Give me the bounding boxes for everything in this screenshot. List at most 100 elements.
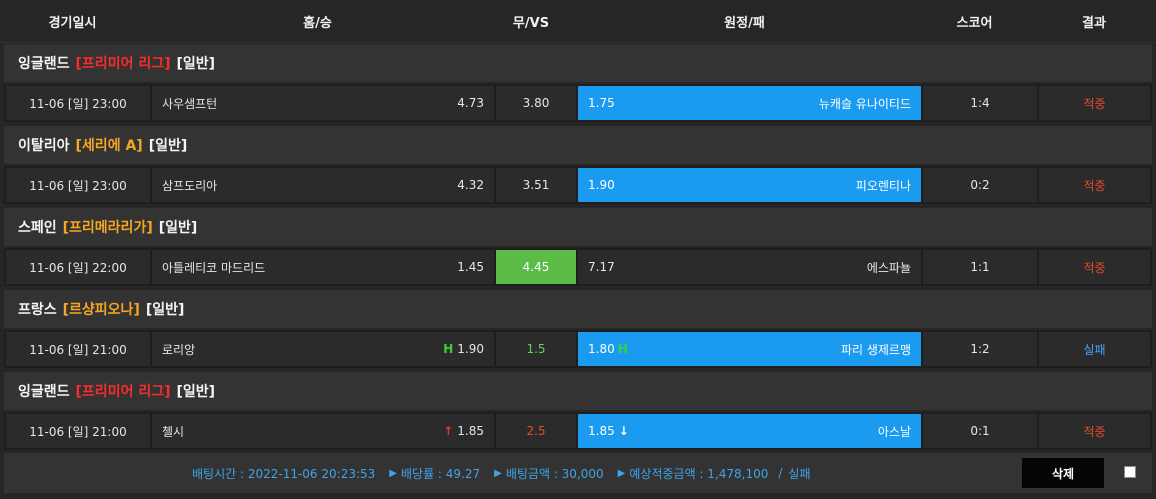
away-odds: 1.80: [588, 342, 615, 356]
home-cell[interactable]: 아틀레티코 마드리드 1.45: [152, 250, 494, 284]
home-team: 사우샘프턴: [162, 96, 218, 111]
header-date: 경기일시: [48, 15, 97, 31]
match-result: 실패: [1039, 332, 1150, 366]
home-cell[interactable]: 첼시 ↑ 1.85: [152, 414, 494, 448]
header-away: 원정/패: [724, 15, 765, 31]
home-cell[interactable]: 사우샘프턴 4.73: [152, 86, 494, 120]
league-type: [일반]: [176, 56, 216, 72]
match-date: 11-06 [일] 21:00: [6, 414, 150, 448]
match-score: 1:2: [923, 332, 1037, 366]
arrow-up-icon: ↑: [443, 424, 454, 438]
bet-status: 실패: [788, 466, 811, 481]
arrow-down-icon: ↓: [618, 424, 629, 438]
expected-payout: 예상적중금액 : 1,478,100: [629, 466, 769, 481]
bet-time: 배팅시간 : 2022-11-06 20:23:53: [192, 466, 376, 481]
home-team: 첼시: [162, 424, 185, 439]
away-team: 에스파뇰: [866, 260, 911, 275]
away-team: 뉴캐슬 유나이티드: [818, 96, 911, 111]
league-country: 프랑스: [18, 302, 57, 318]
home-odds: 1.45: [457, 260, 484, 274]
header-score: 스코어: [956, 15, 993, 31]
draw-odds: 4.45: [522, 260, 550, 274]
handicap-icon: H: [443, 342, 454, 356]
league-header: 잉글랜드 [프리미어 리그] [일반]: [4, 44, 1152, 82]
draw-odds: 3.80: [522, 96, 550, 110]
league-header: 스페인 [프리메라리가] [일반]: [4, 208, 1152, 246]
home-team: 삼프도리아: [162, 178, 218, 193]
away-odds-group: 1.80 H: [588, 342, 632, 356]
home-cell[interactable]: 로리앙 H 1.90: [152, 332, 494, 366]
separator: /: [778, 466, 783, 480]
away-cell[interactable]: 7.17 에스파뇰: [578, 250, 921, 284]
match-result: 적중: [1039, 250, 1150, 284]
league-header: 잉글랜드 [프리미어 리그] [일반]: [4, 372, 1152, 410]
home-odds: 1.85: [457, 424, 484, 438]
league-name: [세리에 A]: [75, 138, 143, 154]
league-type: [일반]: [176, 384, 216, 400]
away-odds: 7.17: [588, 260, 615, 274]
match-date: 11-06 [일] 23:00: [6, 168, 150, 202]
delete-button[interactable]: 삭제: [1022, 458, 1104, 488]
match-result: 적중: [1039, 168, 1150, 202]
draw-cell[interactable]: 1.5: [496, 332, 576, 366]
bet-history-panel: 경기일시 홈/승 무/VS 원정/패 스코어 결과 잉글랜드 [프리미어 리그]…: [0, 0, 1156, 499]
draw-odds: 2.5: [526, 424, 546, 438]
home-odds: 4.73: [457, 96, 484, 110]
match-date: 11-06 [일] 23:00: [6, 86, 150, 120]
match-row: 11-06 [일] 23:00 삼프도리아 4.32 3.51 1.90 피오렌…: [4, 166, 1152, 204]
league-country: 이탈리아: [18, 138, 70, 154]
home-cell[interactable]: 삼프도리아 4.32: [152, 168, 494, 202]
play-arrow-icon: ▶: [389, 467, 397, 479]
draw-cell[interactable]: 3.80: [496, 86, 576, 120]
home-team: 아틀레티코 마드리드: [162, 260, 266, 275]
header-result: 결과: [1082, 15, 1106, 31]
bet-summary-info: 배팅시간 : 2022-11-06 20:23:53 ▶ 배당률 : 49.27…: [192, 453, 815, 493]
home-odds: 4.32: [457, 178, 484, 192]
league-name: [프리미어 리그]: [75, 56, 171, 72]
away-cell-selected[interactable]: 1.90 피오렌티나: [578, 168, 921, 202]
away-cell-selected[interactable]: 1.80 H 파리 생제르맹: [578, 332, 921, 366]
match-score: 1:4: [923, 86, 1037, 120]
header-draw: 무/VS: [512, 15, 550, 31]
league-type: [일반]: [148, 138, 188, 154]
match-score: 0:1: [923, 414, 1037, 448]
bet-rate: 배당률 : 49.27: [400, 466, 481, 481]
match-row: 11-06 [일] 22:00 아틀레티코 마드리드 1.45 4.45 7.1…: [4, 248, 1152, 286]
draw-cell[interactable]: 3.51: [496, 168, 576, 202]
play-arrow-icon: ▶: [494, 467, 502, 479]
away-cell-selected[interactable]: 1.85 ↓ 아스날: [578, 414, 921, 448]
league-type: [일반]: [145, 302, 185, 318]
draw-odds: 3.51: [522, 178, 550, 192]
match-score: 1:1: [923, 250, 1037, 284]
league-header: 이탈리아 [세리에 A] [일반]: [4, 126, 1152, 164]
match-result: 적중: [1039, 414, 1150, 448]
match-row: 11-06 [일] 21:00 첼시 ↑ 1.85 2.5 1.85 ↓ 아스날 0…: [4, 412, 1152, 450]
match-date: 11-06 [일] 21:00: [6, 332, 150, 366]
league-name: [프리미어 리그]: [75, 384, 171, 400]
league-country: 스페인: [18, 220, 57, 236]
away-team: 아스날: [877, 424, 911, 439]
league-name: [르샹피오나]: [62, 302, 140, 318]
bet-summary-footer: 배팅시간 : 2022-11-06 20:23:53 ▶ 배당률 : 49.27…: [4, 453, 1152, 493]
away-odds: 1.75: [588, 96, 615, 110]
bet-amount: 배팅금액 : 30,000: [505, 466, 604, 481]
match-date: 11-06 [일] 22:00: [6, 250, 150, 284]
match-row: 11-06 [일] 21:00 로리앙 H 1.90 1.5 1.80 H 파리 생…: [4, 330, 1152, 368]
draw-cell-selected[interactable]: 4.45: [496, 250, 576, 284]
away-cell-selected[interactable]: 1.75 뉴캐슬 유나이티드: [578, 86, 921, 120]
home-team: 로리앙: [162, 342, 196, 357]
away-odds: 1.90: [588, 178, 615, 192]
away-team: 피오렌티나: [855, 178, 911, 193]
away-team: 파리 생제르맹: [840, 342, 911, 357]
league-name: [프리메라리가]: [62, 220, 153, 236]
match-score: 0:2: [923, 168, 1037, 202]
handicap-icon: H: [617, 342, 628, 356]
match-result: 적중: [1039, 86, 1150, 120]
select-checkbox[interactable]: [1124, 466, 1136, 478]
match-row: 11-06 [일] 23:00 사우샘프턴 4.73 3.80 1.75 뉴캐슬…: [4, 84, 1152, 122]
draw-cell[interactable]: 2.5: [496, 414, 576, 448]
table-header: 경기일시 홈/승 무/VS 원정/패 스코어 결과: [0, 0, 1156, 43]
league-country: 잉글랜드: [18, 56, 70, 72]
away-odds-group: 1.85 ↓: [588, 424, 633, 438]
league-header: 프랑스 [르샹피오나] [일반]: [4, 290, 1152, 328]
